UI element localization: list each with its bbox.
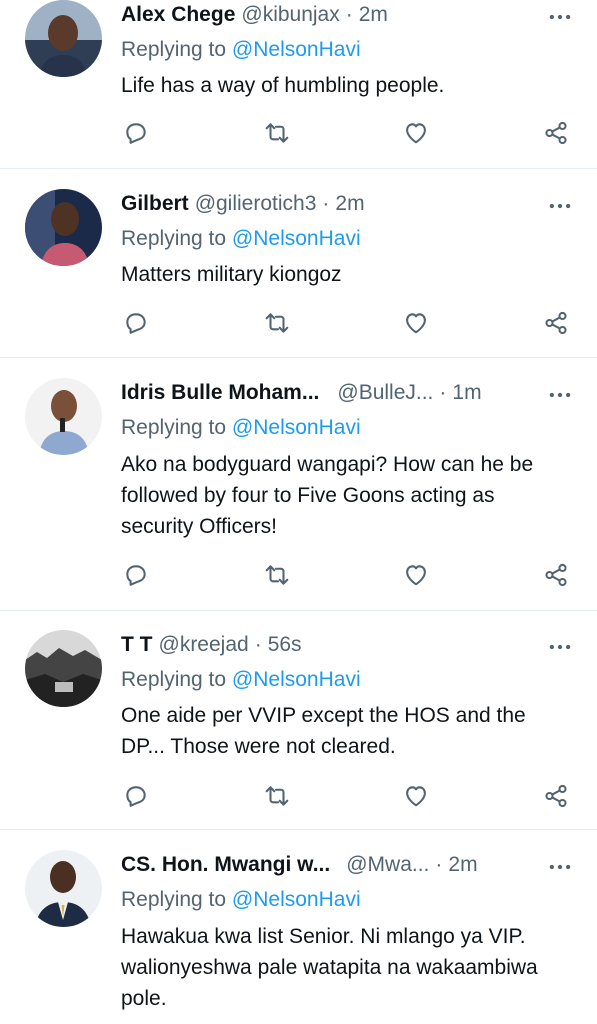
tweet-header: Alex Chege @kibunjax · 2m: [121, 0, 537, 30]
tweet-actions: [121, 560, 571, 590]
separator-dot: ·: [345, 3, 353, 26]
divider: [0, 829, 597, 830]
tweet-header: Idris Bulle Moham... @BulleJ... · 1m: [121, 378, 537, 408]
tweet-actions: [121, 118, 571, 148]
tweet-header: T T @kreejad · 56s: [121, 630, 537, 660]
like-icon[interactable]: [401, 118, 431, 148]
replying-to-label: Replying to: [121, 227, 227, 250]
like-icon[interactable]: [401, 781, 431, 811]
replying-to: Replying to @NelsonHavi: [121, 885, 361, 915]
user-handle[interactable]: @Mwa...: [346, 850, 429, 880]
avatar[interactable]: [25, 189, 102, 266]
mention-link[interactable]: @NelsonHavi: [232, 668, 361, 691]
tweet-5[interactable]: CS. Hon. Mwangi w... @Mwa... · 2m Replyi…: [0, 850, 597, 1024]
tweet-header: Gilbert @gilierotich3 · 2m: [121, 189, 537, 219]
tweet-1[interactable]: Alex Chege @kibunjax · 2m Replying to @N…: [0, 0, 597, 168]
divider: [0, 610, 597, 611]
reply-icon[interactable]: [121, 560, 151, 590]
replying-to: Replying to @NelsonHavi: [121, 35, 361, 65]
replying-to-label: Replying to: [121, 38, 227, 61]
retweet-icon[interactable]: [262, 308, 292, 338]
more-icon[interactable]: [545, 380, 575, 410]
separator-dot: ·: [254, 633, 262, 656]
reply-icon[interactable]: [121, 781, 151, 811]
tweet-text: Hawakua kwa list Senior. Ni mlango ya VI…: [121, 925, 538, 1010]
share-icon[interactable]: [541, 781, 571, 811]
tweet-actions: [121, 308, 571, 338]
replying-to: Replying to @NelsonHavi: [121, 224, 361, 254]
tweet-text: Life has a way of humbling people.: [121, 74, 445, 97]
user-handle[interactable]: @kreejad: [159, 630, 249, 660]
share-icon[interactable]: [541, 118, 571, 148]
like-icon[interactable]: [401, 308, 431, 338]
separator-dot: ·: [439, 381, 447, 404]
mention-link[interactable]: @NelsonHavi: [232, 888, 361, 911]
mention-link[interactable]: @NelsonHavi: [232, 416, 361, 439]
timestamp[interactable]: 2m: [359, 0, 388, 30]
timestamp[interactable]: 56s: [268, 630, 302, 660]
retweet-icon[interactable]: [262, 560, 292, 590]
more-icon[interactable]: [545, 632, 575, 662]
reply-icon[interactable]: [121, 118, 151, 148]
tweet-actions: [121, 781, 571, 811]
mention-link[interactable]: @NelsonHavi: [232, 227, 361, 250]
replying-to-label: Replying to: [121, 416, 227, 439]
replying-to-label: Replying to: [121, 888, 227, 911]
more-icon[interactable]: [545, 852, 575, 882]
retweet-icon[interactable]: [262, 781, 292, 811]
reply-icon[interactable]: [121, 308, 151, 338]
separator-dot: ·: [322, 192, 330, 215]
display-name[interactable]: Gilbert: [121, 189, 189, 219]
retweet-icon[interactable]: [262, 118, 292, 148]
display-name[interactable]: CS. Hon. Mwangi w...: [121, 850, 330, 880]
replying-to: Replying to @NelsonHavi: [121, 665, 361, 695]
replying-to: Replying to @NelsonHavi: [121, 413, 361, 443]
like-icon[interactable]: [401, 560, 431, 590]
more-icon[interactable]: [545, 2, 575, 32]
tweet-3[interactable]: Idris Bulle Moham... @BulleJ... · 1m Rep…: [0, 378, 597, 610]
tweet-4[interactable]: T T @kreejad · 56s Replying to @NelsonHa…: [0, 630, 597, 829]
avatar[interactable]: [25, 0, 102, 77]
display-name[interactable]: Alex Chege: [121, 0, 235, 30]
tweet-text: Matters military kiongoz: [121, 263, 342, 286]
user-handle[interactable]: @kibunjax: [241, 0, 339, 30]
user-handle[interactable]: @gilierotich3: [195, 189, 317, 219]
timestamp[interactable]: 1m: [452, 378, 481, 408]
more-icon[interactable]: [545, 191, 575, 221]
replying-to-label: Replying to: [121, 668, 227, 691]
tweet-2[interactable]: Gilbert @gilierotich3 · 2m Replying to @…: [0, 189, 597, 357]
avatar[interactable]: [25, 850, 102, 927]
timestamp[interactable]: 2m: [335, 189, 364, 219]
divider: [0, 168, 597, 169]
divider: [0, 357, 597, 358]
share-icon[interactable]: [541, 308, 571, 338]
tweet-text: Ako na bodyguard wangapi? How can he be …: [121, 453, 534, 538]
avatar[interactable]: [25, 378, 102, 455]
tweet-header: CS. Hon. Mwangi w... @Mwa... · 2m: [121, 850, 537, 880]
user-handle[interactable]: @BulleJ...: [337, 378, 433, 408]
avatar[interactable]: [25, 630, 102, 707]
mention-link[interactable]: @NelsonHavi: [232, 38, 361, 61]
share-icon[interactable]: [541, 560, 571, 590]
tweet-text: One aide per VVIP except the HOS and the…: [121, 704, 526, 758]
separator-dot: ·: [435, 853, 443, 876]
display-name[interactable]: T T: [121, 630, 153, 660]
timestamp[interactable]: 2m: [448, 850, 477, 880]
display-name[interactable]: Idris Bulle Moham...: [121, 378, 319, 408]
